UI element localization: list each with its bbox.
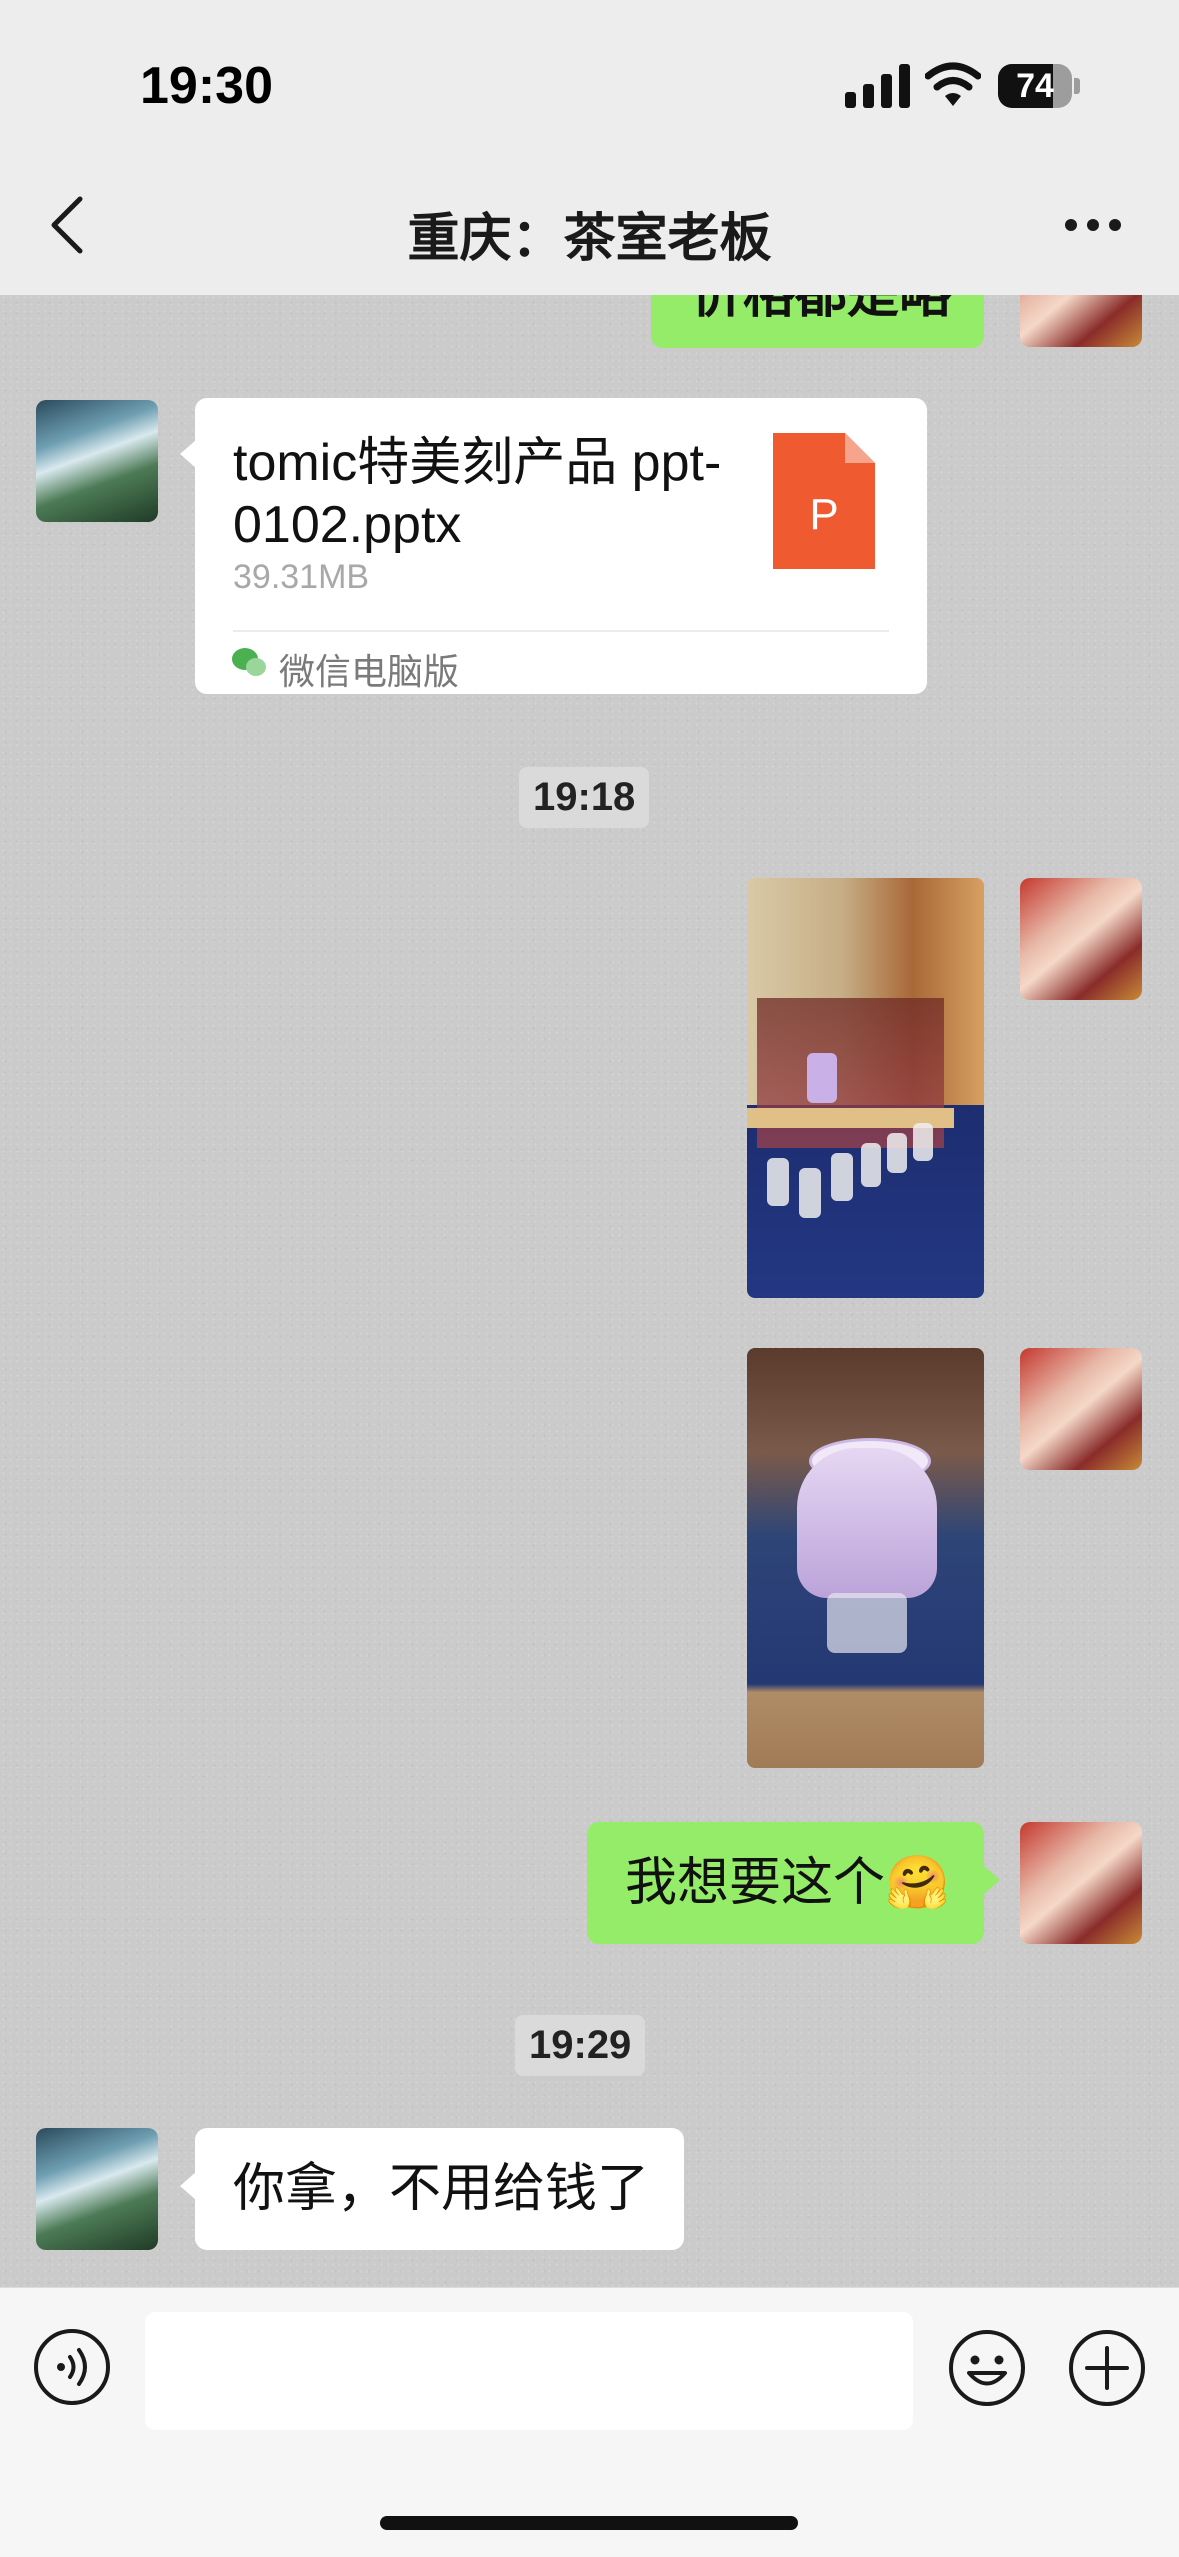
- battery-icon: 74: [998, 64, 1072, 108]
- bubble-tail: [180, 440, 196, 468]
- input-bar: [0, 2287, 1179, 2557]
- header: 19:30 74 重庆：茶室老板: [0, 0, 1179, 295]
- outgoing-message-bubble[interactable]: 我想要这个🤗: [587, 1822, 984, 1944]
- bubble-tail: [180, 2172, 196, 2200]
- incoming-message-bubble[interactable]: 你拿，不用给钱了: [195, 2128, 684, 2250]
- ppt-letter: P: [809, 490, 838, 539]
- self-avatar[interactable]: [1020, 1822, 1142, 1944]
- self-avatar[interactable]: [1020, 878, 1142, 1000]
- home-indicator[interactable]: [380, 2516, 798, 2530]
- signal-icon: [845, 64, 910, 108]
- file-message-card[interactable]: tomic特美刻产品 ppt-0102.pptx 39.31MB P 微信电脑版: [195, 398, 927, 694]
- file-source: 微信电脑版: [279, 651, 460, 692]
- contact-avatar[interactable]: [36, 400, 158, 522]
- battery-level: 74: [1016, 67, 1054, 105]
- message-input[interactable]: [145, 2312, 913, 2430]
- outgoing-message-text: 我想要这个🤗: [625, 1854, 950, 1912]
- more-icon[interactable]: [1063, 215, 1123, 235]
- timestamp: 19:18: [519, 767, 650, 828]
- status-time: 19:30: [140, 57, 273, 115]
- plus-icon[interactable]: [1067, 2328, 1147, 2408]
- file-divider: [233, 630, 889, 632]
- timestamp: 19:29: [515, 2015, 646, 2076]
- wechat-icon: [232, 648, 266, 676]
- chat-title: 重庆：茶室老板: [407, 210, 772, 268]
- photo-message[interactable]: [747, 878, 984, 1298]
- file-name: tomic特美刻产品 ppt-0102.pptx: [233, 434, 722, 554]
- contact-avatar[interactable]: [36, 2128, 158, 2250]
- photo-message[interactable]: [747, 1348, 984, 1768]
- bubble-tail: [984, 1866, 1000, 1894]
- emoji-icon[interactable]: [947, 2328, 1027, 2408]
- wifi-icon: [925, 62, 981, 106]
- voice-icon[interactable]: [33, 2328, 111, 2406]
- file-size: 39.31MB: [233, 558, 370, 596]
- self-avatar[interactable]: [1020, 1348, 1142, 1470]
- ppt-file-icon: P: [773, 433, 875, 569]
- incoming-message-text: 你拿，不用给钱了: [233, 2160, 650, 2218]
- battery-tip: [1074, 78, 1080, 94]
